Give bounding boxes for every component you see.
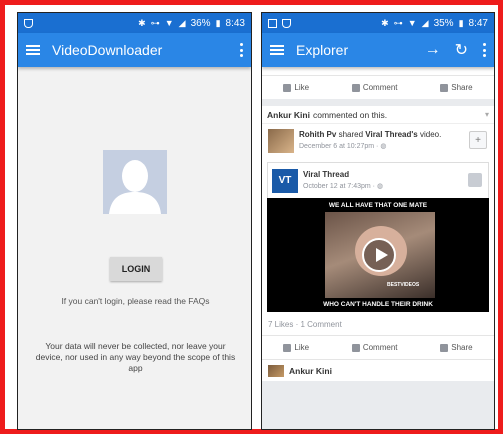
- video-top-caption: WE ALL HAVE THAT ONE MATE: [328, 202, 428, 209]
- post-date[interactable]: December 6 at 10:27pm ·: [299, 143, 380, 150]
- video-player[interactable]: WE ALL HAVE THAT ONE MATE BESTVIDEOS WHO…: [267, 198, 489, 312]
- activity-header: Ankur Kini commented on this.: [262, 106, 494, 124]
- battery-icon: ▮: [458, 17, 464, 28]
- comment-button[interactable]: Comment: [351, 83, 398, 92]
- status-bar: ✱ ⊶ ▼ ◢ 36% ▮ 8:43: [18, 13, 251, 33]
- previous-post-tail: [262, 67, 494, 75]
- thumbs-up-icon: [283, 83, 292, 92]
- profile-placeholder-avatar: [103, 150, 167, 214]
- shared-page-date[interactable]: October 12 at 7:43pm ·: [303, 183, 377, 190]
- bluetooth-icon: ✱: [381, 17, 389, 28]
- key-icon: ⊶: [393, 17, 403, 28]
- commenter-name[interactable]: Ankur Kini: [289, 366, 332, 376]
- bluetooth-icon: ✱: [138, 17, 146, 28]
- like-button[interactable]: Like: [283, 83, 309, 92]
- like-button[interactable]: Like: [283, 343, 309, 352]
- video-watermark: BESTVIDEOS: [387, 282, 420, 288]
- overflow-menu-icon[interactable]: [239, 43, 243, 57]
- chevron-down-icon[interactable]: ▾: [485, 110, 489, 119]
- signal-icon: ◢: [421, 17, 429, 28]
- app-bar: Explorer → ↻: [262, 33, 494, 67]
- post-action-row: Like Comment Share: [262, 335, 494, 359]
- feed-story: Ankur Kini commented on this. ▾ Rohith P…: [262, 106, 494, 381]
- comment-row: Ankur Kini: [262, 359, 494, 381]
- post-verb: shared: [338, 130, 364, 139]
- key-icon: ⊶: [150, 17, 160, 28]
- videodownloader-screen: ✱ ⊶ ▼ ◢ 36% ▮ 8:43 VideoDownloader LOGIN…: [17, 12, 252, 430]
- image-icon: [268, 18, 277, 28]
- share-button[interactable]: Share: [440, 83, 473, 92]
- post-object: video.: [419, 130, 442, 139]
- thumbs-up-icon: [283, 343, 292, 352]
- activity-user[interactable]: Ankur Kini: [267, 110, 310, 120]
- post-header: Rohith Pv shared Viral Thread's video. D…: [262, 124, 494, 158]
- globe-icon: ◍: [376, 182, 384, 190]
- shield-icon: [282, 18, 291, 28]
- login-button[interactable]: LOGIN: [110, 257, 162, 281]
- clock: 8:43: [225, 17, 245, 29]
- shared-page-name[interactable]: Viral Thread: [303, 170, 349, 179]
- menu-icon[interactable]: [270, 45, 284, 55]
- refresh-icon[interactable]: ↻: [455, 40, 468, 60]
- thumbs-up-icon[interactable]: [468, 173, 482, 187]
- app-title: Explorer: [296, 42, 349, 58]
- shared-page-header: VT Viral Thread October 12 at 7:43pm · ◍: [267, 162, 489, 198]
- share-icon: [440, 343, 449, 352]
- comment-icon: [351, 343, 360, 352]
- video-bottom-caption: WHO CAN'T HANDLE THEIR DRINK: [323, 301, 433, 308]
- arrow-forward-icon[interactable]: →: [425, 41, 441, 59]
- page-logo[interactable]: VT: [272, 168, 298, 193]
- wifi-icon: ▼: [407, 18, 417, 28]
- red-frame: ✱ ⊶ ▼ ◢ 36% ▮ 8:43 VideoDownloader LOGIN…: [0, 0, 503, 434]
- activity-text: commented on this.: [312, 109, 388, 120]
- post-page[interactable]: Viral Thread's: [365, 130, 417, 139]
- play-icon[interactable]: [362, 238, 396, 272]
- privacy-notice: Your data will never be collected, nor l…: [35, 341, 236, 373]
- globe-icon: ◍: [380, 143, 387, 150]
- menu-icon[interactable]: [26, 45, 40, 55]
- comment-button[interactable]: Comment: [351, 343, 398, 352]
- battery-percent: 36%: [190, 17, 211, 29]
- app-title: VideoDownloader: [52, 42, 163, 58]
- commenter-avatar[interactable]: [268, 364, 284, 377]
- battery-percent: 35%: [433, 17, 454, 29]
- news-feed: Like Comment Share Ankur Kini commented …: [262, 67, 494, 381]
- add-friend-button[interactable]: +: [469, 131, 487, 149]
- signal-icon: ◢: [178, 17, 186, 28]
- post-author[interactable]: Rohith Pv: [299, 130, 336, 139]
- post-action-row: Like Comment Share: [262, 75, 494, 99]
- faq-hint: If you can't login, please read the FAQs: [61, 296, 210, 306]
- app-bar: VideoDownloader: [18, 33, 251, 67]
- reaction-stats[interactable]: 7 Likes · 1 Comment: [262, 313, 494, 335]
- explorer-screen: ✱ ⊶ ▼ ◢ 35% ▮ 8:47 Explorer → ↻ Like Com…: [261, 12, 495, 430]
- wifi-icon: ▼: [164, 18, 174, 28]
- battery-icon: ▮: [215, 17, 221, 28]
- avatar[interactable]: [268, 129, 294, 153]
- comment-icon: [351, 83, 360, 92]
- status-bar: ✱ ⊶ ▼ ◢ 35% ▮ 8:47: [262, 13, 494, 33]
- shield-icon: [24, 18, 33, 28]
- share-icon: [440, 83, 449, 92]
- overflow-menu-icon[interactable]: [482, 43, 486, 57]
- share-button[interactable]: Share: [440, 343, 473, 352]
- clock: 8:47: [468, 17, 488, 29]
